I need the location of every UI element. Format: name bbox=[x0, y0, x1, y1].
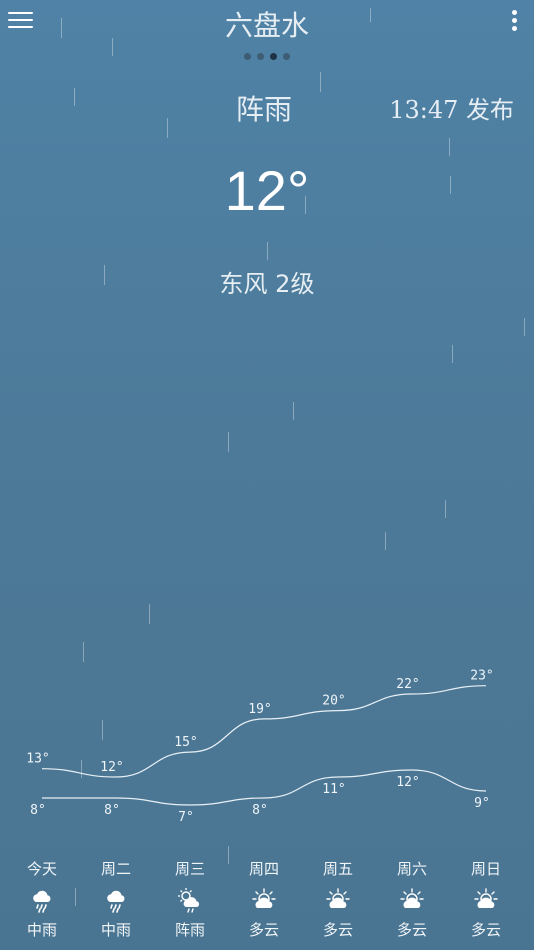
low-temp-label: 8° bbox=[30, 803, 46, 818]
publish-time: 13:47 发布 bbox=[389, 96, 514, 124]
low-temp-label: 9° bbox=[474, 796, 490, 811]
high-temp-label: 22° bbox=[396, 677, 419, 692]
high-temp-label: 19° bbox=[248, 702, 271, 717]
low-temp-label: 8° bbox=[104, 803, 120, 818]
forecast-day-desc: 阵雨 bbox=[174, 921, 205, 939]
low-temp-label: 11° bbox=[322, 782, 345, 797]
city-title[interactable]: 六盘水 bbox=[0, 4, 534, 44]
page-dot[interactable] bbox=[270, 53, 277, 60]
forecast-day-desc: 多云 bbox=[396, 921, 427, 939]
low-temp-label: 8° bbox=[252, 803, 268, 818]
forecast-day[interactable]: 周二 中雨 bbox=[79, 858, 153, 940]
current-temperature: 12° bbox=[224, 159, 310, 222]
low-temp-label: 7° bbox=[178, 810, 194, 825]
vertical-dots-icon[interactable] bbox=[512, 10, 518, 32]
high-temp-label: 12° bbox=[100, 760, 123, 775]
shower-icon bbox=[153, 887, 227, 913]
page-dot[interactable] bbox=[244, 53, 251, 60]
forecast-day[interactable]: 周六 多云 bbox=[375, 858, 449, 940]
forecast-day-desc: 多云 bbox=[322, 921, 353, 939]
low-temp-label: 12° bbox=[396, 775, 419, 790]
forecast-day[interactable]: 周四 多云 bbox=[227, 858, 301, 940]
forecast-day[interactable]: 今天 中雨 bbox=[5, 858, 79, 940]
page-dot[interactable] bbox=[257, 53, 264, 60]
partly-cloudy-icon bbox=[375, 887, 449, 913]
high-temp-label: 13° bbox=[26, 752, 49, 767]
forecast-day[interactable]: 周三 阵雨 bbox=[153, 858, 227, 940]
temperature-trend-chart: 13° 12° 15° 19° 20° 22° 23° 8° 8° 7° 8° 11° 12° 9° bbox=[26, 669, 493, 825]
forecast-day-name: 周五 bbox=[322, 860, 353, 878]
forecast-day-name: 周三 bbox=[174, 860, 205, 878]
partly-cloudy-icon bbox=[227, 887, 301, 913]
moderate-rain-icon bbox=[79, 887, 153, 913]
forecast-day-desc: 多云 bbox=[470, 921, 501, 939]
forecast-day-name: 今天 bbox=[26, 860, 57, 878]
high-temp-label: 15° bbox=[174, 735, 197, 750]
forecast-row: 今天 中雨 周二 中雨 周三 阵雨 周四 多云 周五 多云 周六 多云 周日 多云 bbox=[0, 858, 534, 950]
forecast-day[interactable]: 周日 多云 bbox=[449, 858, 523, 940]
wind-info: 东风 2级 bbox=[219, 270, 315, 298]
forecast-day[interactable]: 周五 多云 bbox=[301, 858, 375, 940]
forecast-day-desc: 中雨 bbox=[100, 921, 131, 939]
forecast-day-desc: 多云 bbox=[248, 921, 279, 939]
partly-cloudy-icon bbox=[449, 887, 523, 913]
forecast-day-desc: 中雨 bbox=[26, 921, 57, 939]
moderate-rain-icon bbox=[5, 887, 79, 913]
page-dot[interactable] bbox=[283, 53, 290, 60]
partly-cloudy-icon bbox=[301, 887, 375, 913]
forecast-day-name: 周六 bbox=[396, 860, 427, 878]
forecast-day-name: 周四 bbox=[248, 860, 279, 878]
page-indicator bbox=[0, 45, 534, 64]
forecast-day-name: 周二 bbox=[100, 860, 131, 878]
forecast-day-name: 周日 bbox=[470, 860, 501, 878]
current-condition: 阵雨 bbox=[236, 93, 293, 126]
high-temp-label: 20° bbox=[322, 694, 345, 709]
high-temp-label: 23° bbox=[470, 669, 493, 684]
